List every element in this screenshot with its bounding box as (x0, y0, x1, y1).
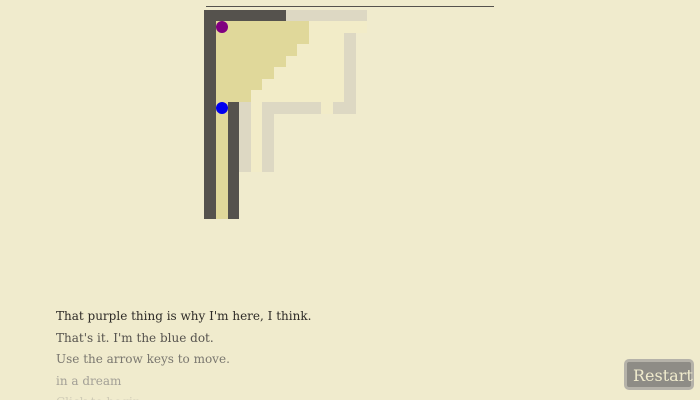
dim-floor (274, 67, 309, 79)
dim-floor (262, 79, 309, 90)
lit-floor (216, 56, 286, 67)
dim-floor (251, 90, 309, 102)
log-line: Click to begin (56, 392, 576, 400)
dim-floor (309, 33, 344, 102)
fog-wall (239, 102, 251, 172)
log-line: in a dream (56, 373, 122, 388)
lit-floor (216, 79, 262, 90)
dim-floor (297, 44, 309, 56)
lit-floor (216, 44, 297, 56)
fog-wall (286, 10, 367, 21)
dim-floor (309, 21, 367, 33)
fog-wall (344, 33, 356, 114)
wall (228, 102, 239, 219)
wall (204, 10, 286, 21)
fog-wall (333, 102, 356, 114)
dim-floor (321, 102, 333, 114)
fog-wall (262, 114, 274, 172)
dim-floor (286, 56, 309, 67)
log-line: That's it. I'm the blue dot. (56, 330, 214, 345)
fog-wall (262, 102, 321, 114)
log-line: Use the arrow keys to move. (56, 352, 230, 366)
purple-thing (216, 21, 228, 33)
wall (204, 10, 216, 219)
game-stage[interactable]: That purple thing is why I'm here, I thi… (0, 0, 700, 400)
log-line: That purple thing is why I'm here, I thi… (56, 309, 312, 323)
lit-floor (216, 67, 274, 79)
restart-button[interactable]: Restart (624, 359, 694, 390)
dim-floor (251, 102, 262, 172)
lit-floor (216, 21, 309, 44)
blue-dot-player (216, 102, 228, 114)
lit-floor (216, 102, 228, 219)
lit-floor (216, 90, 251, 102)
message-log: That purple thing is why I'm here, I thi… (56, 306, 576, 400)
